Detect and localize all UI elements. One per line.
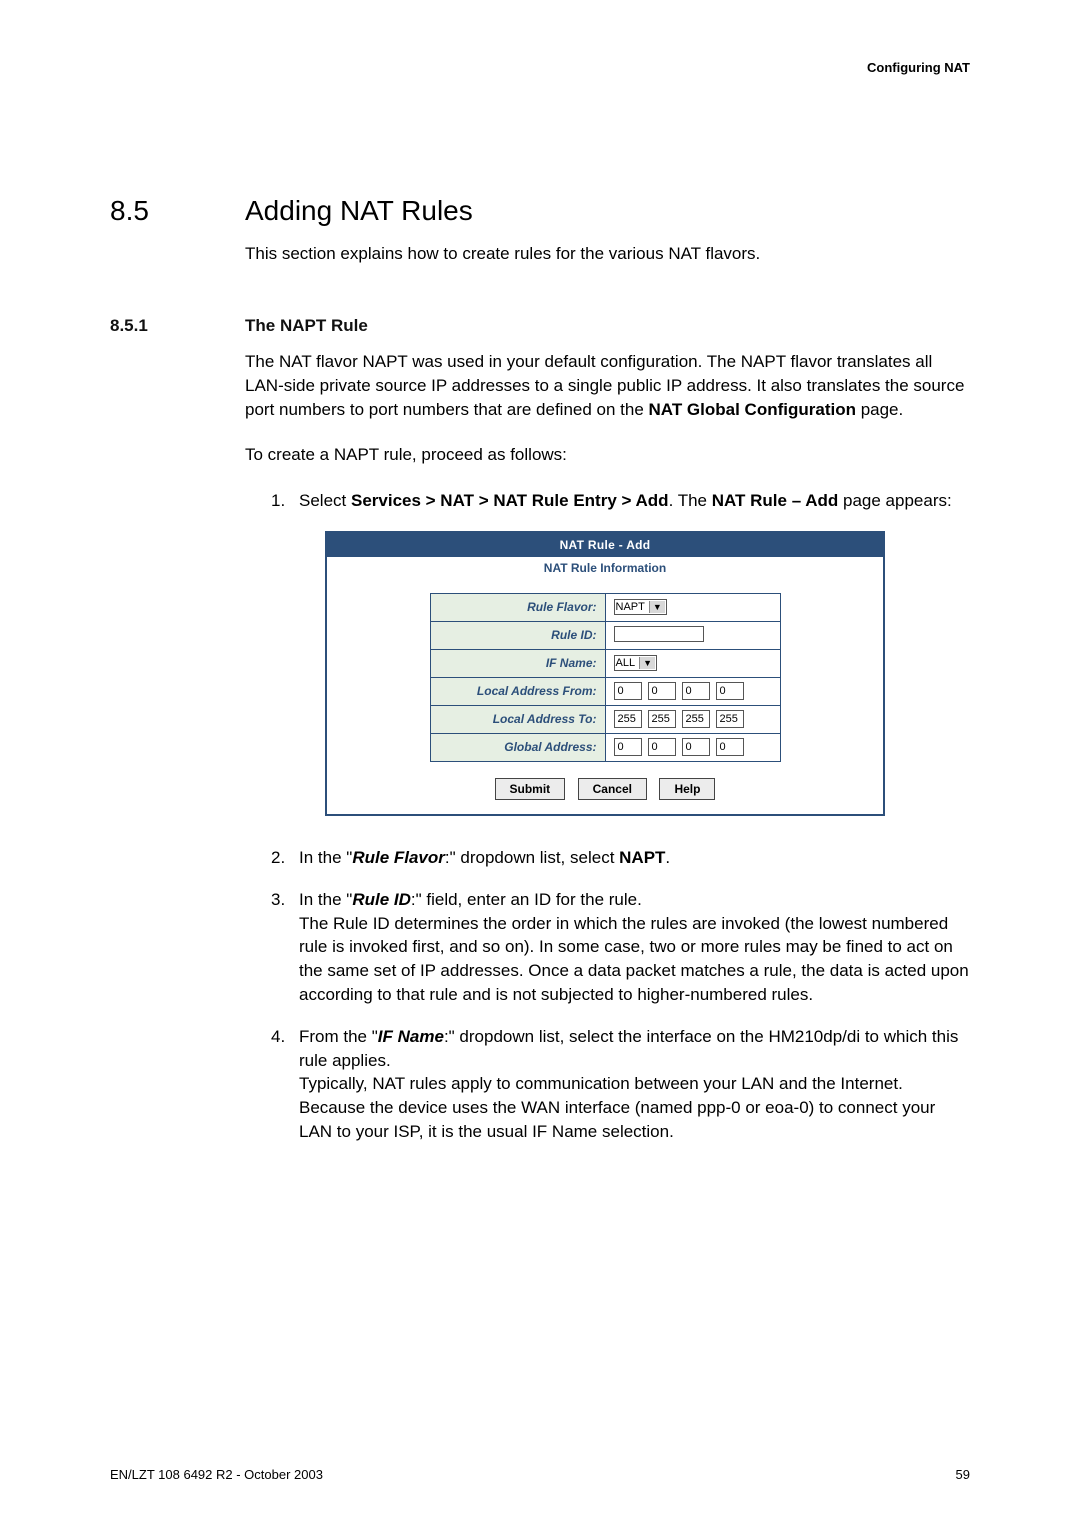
nat-rule-table: Rule Flavor: NAPT ▼ Rule ID: <box>430 593 781 762</box>
ip-octet[interactable]: 255 <box>682 710 710 728</box>
help-button[interactable]: Help <box>659 778 715 800</box>
page-number: 59 <box>956 1467 970 1482</box>
panel-title: NAT Rule - Add <box>327 533 883 557</box>
nat-rule-panel: NAT Rule - Add NAT Rule Information Rule… <box>325 531 885 816</box>
list-item: 3. In the "Rule ID:" field, enter an ID … <box>271 888 970 1007</box>
paragraph: The NAT flavor NAPT was used in your def… <box>245 350 970 421</box>
list-number: 1. <box>271 489 299 513</box>
list-item: 1. Select Services > NAT > NAT Rule Entr… <box>271 489 970 513</box>
ip-octet[interactable]: 255 <box>716 710 744 728</box>
ip-octet[interactable]: 255 <box>614 710 642 728</box>
select-value: NAPT <box>616 601 645 613</box>
section-number: 8.5 <box>110 195 245 227</box>
rule-flavor-select[interactable]: NAPT ▼ <box>614 599 667 615</box>
inline-bold: Services > NAT > NAT Rule Entry > Add <box>351 491 669 510</box>
text: . The <box>669 491 712 510</box>
table-row: Local Address From: 0 0 0 0 <box>430 677 780 705</box>
text: Select <box>299 491 351 510</box>
text: dropdown list, select <box>456 848 619 867</box>
text: Typically, NAT rules apply to communicat… <box>299 1074 935 1141</box>
chevron-down-icon: ▼ <box>639 657 655 669</box>
subsection-title: The NAPT Rule <box>245 316 368 336</box>
paragraph: To create a NAPT rule, proceed as follow… <box>245 443 970 467</box>
table-row: Global Address: 0 0 0 0 <box>430 733 780 761</box>
inline-bold-italic: Rule Flavor <box>352 848 445 867</box>
inline-bold: NAT Rule – Add <box>712 491 839 510</box>
if-name-select[interactable]: ALL ▼ <box>614 655 658 671</box>
text: :" <box>411 890 422 909</box>
local-address-to-input[interactable]: 255 255 255 255 <box>614 710 772 728</box>
inline-bold: NAT Global Configuration <box>649 400 856 419</box>
ip-octet[interactable]: 0 <box>682 682 710 700</box>
list-item: 4. From the "IF Name:" dropdown list, se… <box>271 1025 970 1144</box>
field-label: Rule Flavor: <box>430 593 605 621</box>
list-item: 2. In the "Rule Flavor:" dropdown list, … <box>271 846 970 870</box>
text: From the <box>299 1027 372 1046</box>
subsection-number: 8.5.1 <box>110 316 245 336</box>
submit-button[interactable]: Submit <box>495 778 566 800</box>
text: field, enter an ID for the rule. <box>422 890 642 909</box>
text: :" <box>444 1027 455 1046</box>
table-row: IF Name: ALL ▼ <box>430 649 780 677</box>
global-address-input[interactable]: 0 0 0 0 <box>614 738 772 756</box>
text: In the <box>299 890 346 909</box>
ip-octet[interactable]: 255 <box>648 710 676 728</box>
chevron-down-icon: ▼ <box>649 601 665 613</box>
inline-bold: NAPT <box>619 848 665 867</box>
select-value: ALL <box>616 657 636 669</box>
field-label: IF Name: <box>430 649 605 677</box>
ip-octet[interactable]: 0 <box>614 682 642 700</box>
list-number: 4. <box>271 1025 299 1144</box>
field-label: Global Address: <box>430 733 605 761</box>
running-header: Configuring NAT <box>110 60 970 75</box>
text: In the <box>299 848 346 867</box>
table-row: Rule Flavor: NAPT ▼ <box>430 593 780 621</box>
field-label: Local Address From: <box>430 677 605 705</box>
ip-octet[interactable]: 0 <box>648 738 676 756</box>
list-number: 2. <box>271 846 299 870</box>
text: page. <box>856 400 903 419</box>
inline-bold-italic: Rule ID <box>352 890 411 909</box>
table-row: Local Address To: 255 255 255 255 <box>430 705 780 733</box>
ip-octet[interactable]: 0 <box>648 682 676 700</box>
inline-bold-italic: IF Name <box>378 1027 444 1046</box>
section-intro: This section explains how to create rule… <box>245 243 970 266</box>
ip-octet[interactable]: 0 <box>716 738 744 756</box>
rule-id-input[interactable] <box>614 626 704 642</box>
text: :" <box>445 848 456 867</box>
table-row: Rule ID: <box>430 621 780 649</box>
local-address-from-input[interactable]: 0 0 0 0 <box>614 682 772 700</box>
section-title: Adding NAT Rules <box>245 195 473 227</box>
text: page appears: <box>838 491 951 510</box>
ip-octet[interactable]: 0 <box>682 738 710 756</box>
footer-left: EN/LZT 108 6492 R2 - October 2003 <box>110 1467 323 1482</box>
field-label: Rule ID: <box>430 621 605 649</box>
panel-section-header: NAT Rule Information <box>327 557 883 581</box>
ip-octet[interactable]: 0 <box>716 682 744 700</box>
text: The Rule ID determines the order in whic… <box>299 914 969 1004</box>
list-number: 3. <box>271 888 299 1007</box>
field-label: Local Address To: <box>430 705 605 733</box>
ip-octet[interactable]: 0 <box>614 738 642 756</box>
cancel-button[interactable]: Cancel <box>578 778 647 800</box>
text: . <box>665 848 670 867</box>
